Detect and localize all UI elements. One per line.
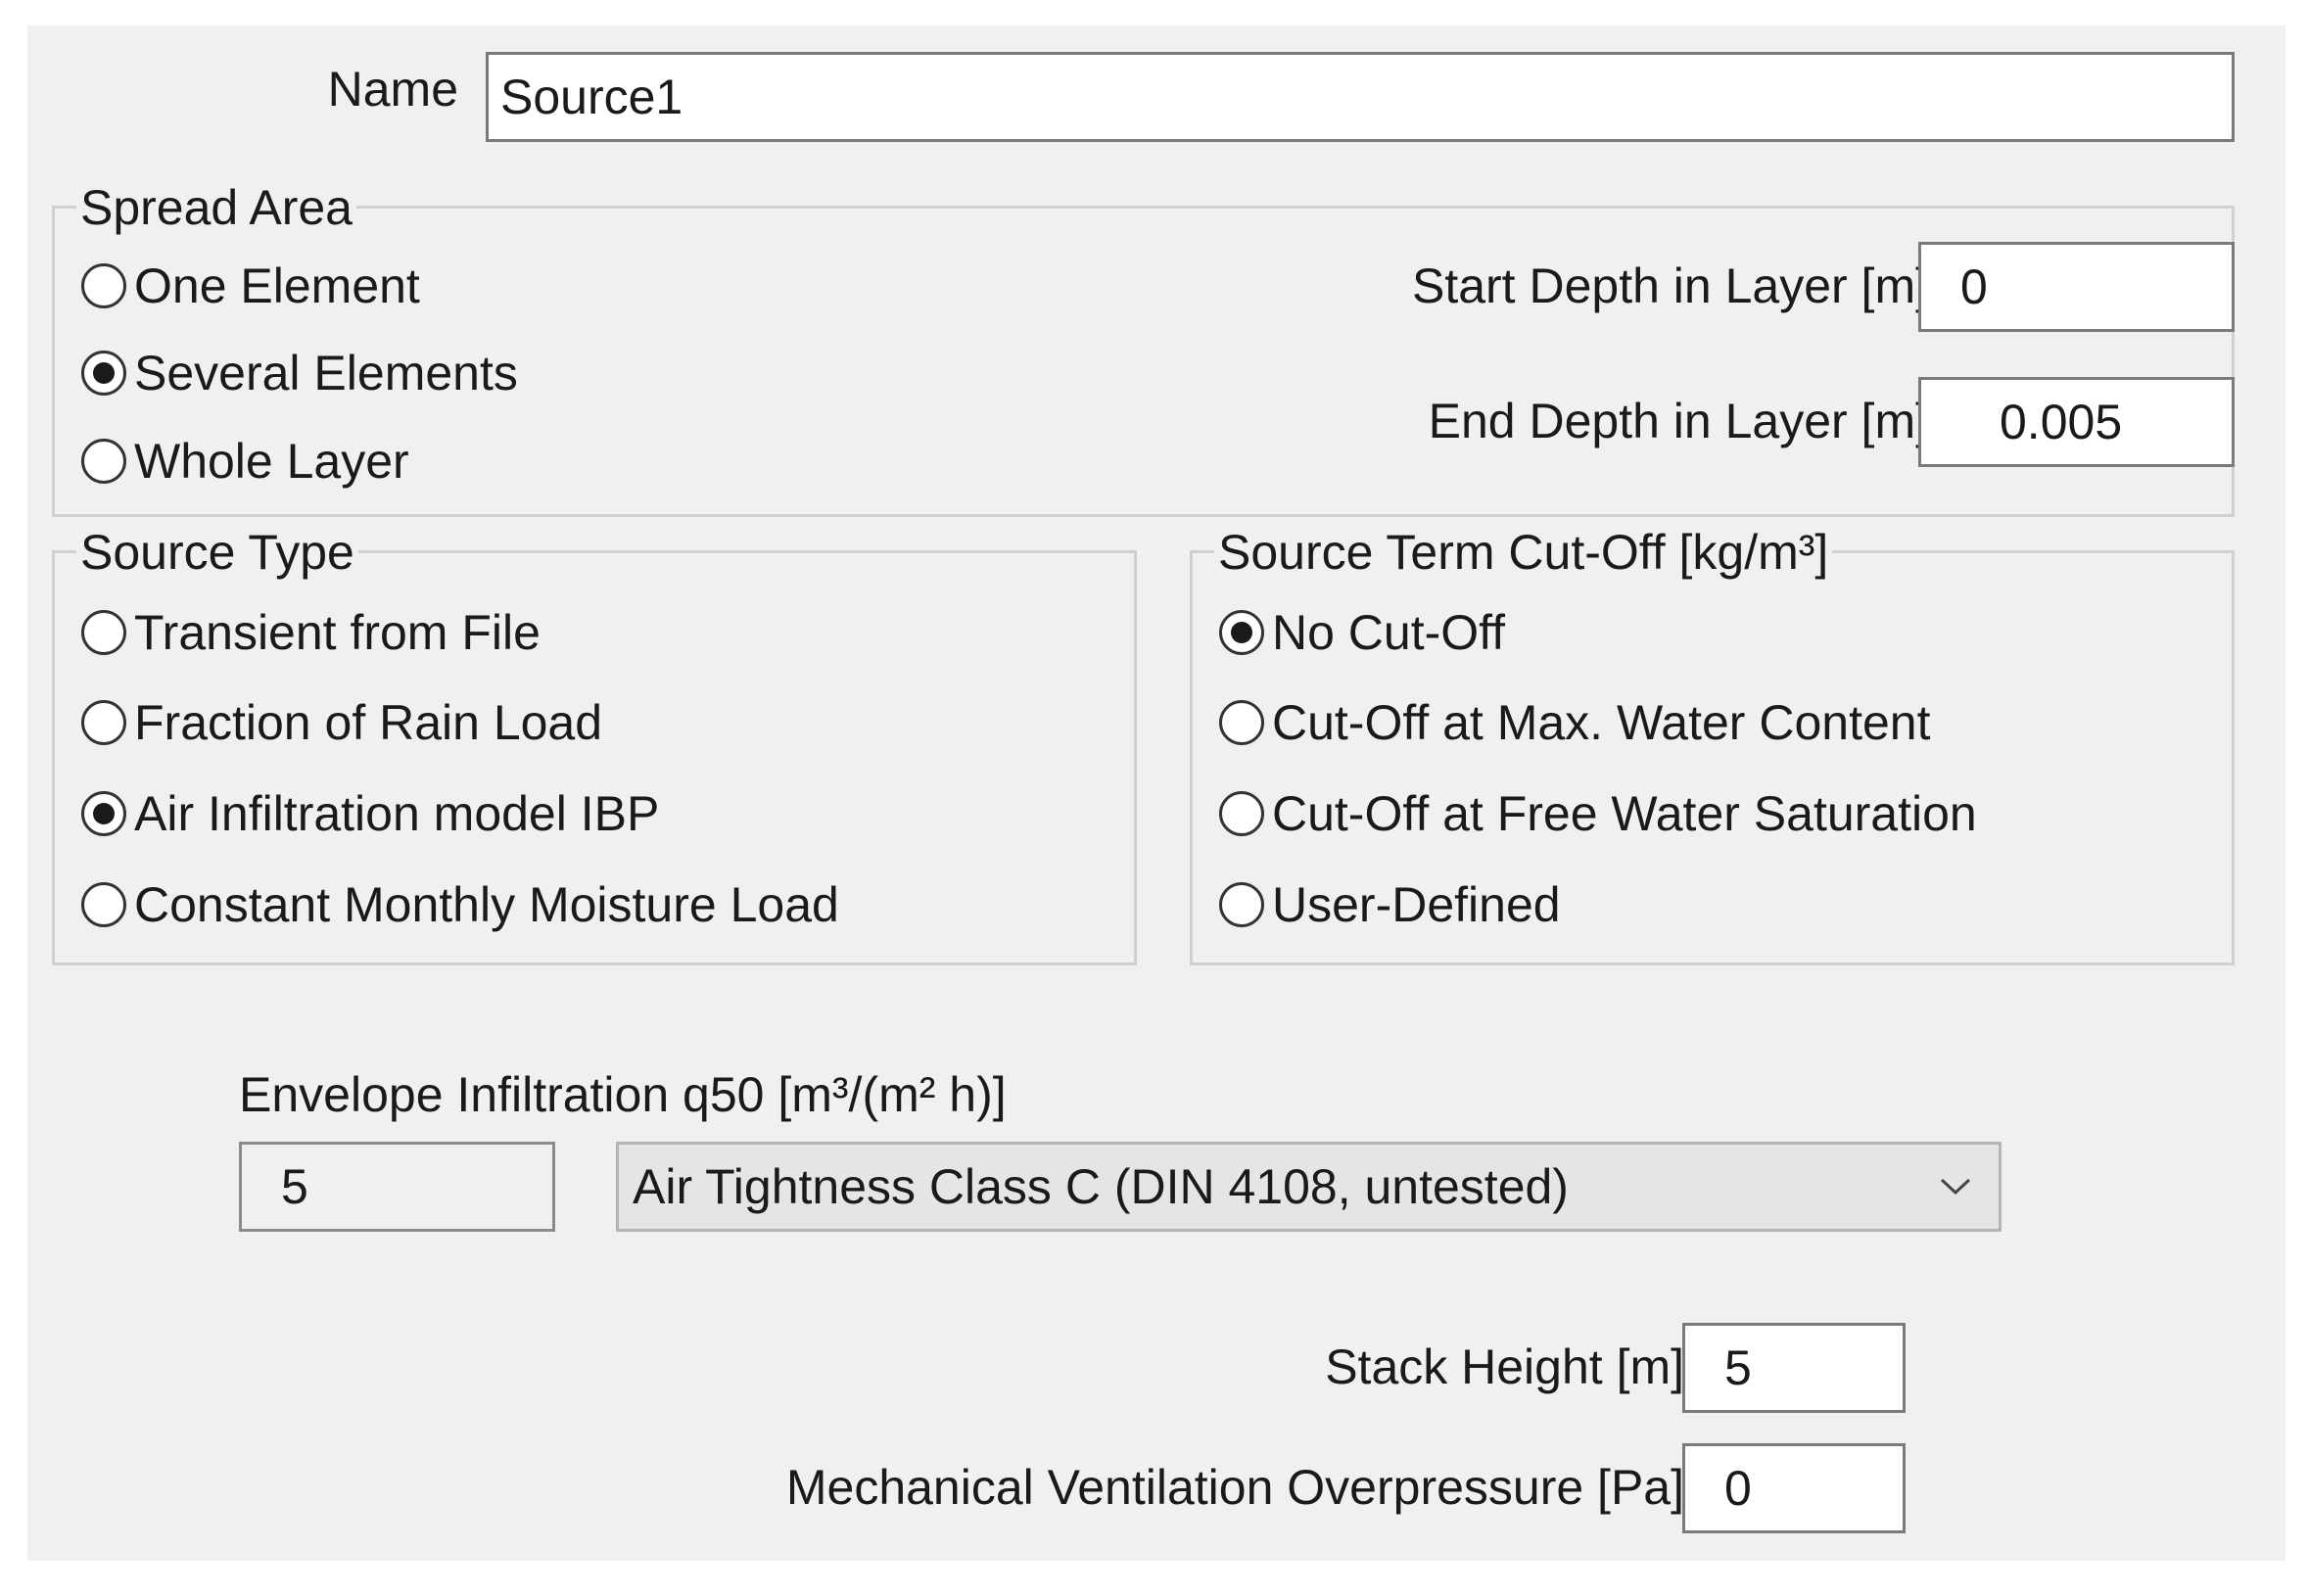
end-depth-input[interactable]: 0.005 <box>1918 377 2235 467</box>
overpressure-label: Mechanical Ventilation Overpressure [Pa] <box>785 1460 1684 1515</box>
radio-several-elements[interactable]: Several Elements <box>81 344 518 402</box>
start-depth-value: 0 <box>1960 259 1988 314</box>
radio-no-cut-off[interactable]: No Cut-Off <box>1219 603 1505 662</box>
envelope-infiltration-input[interactable]: 5 <box>239 1142 555 1232</box>
radio-circle <box>81 351 126 396</box>
radio-cut-off-max-water-content[interactable]: Cut-Off at Max. Water Content <box>1219 693 1930 752</box>
radio-label: Transient from File <box>134 605 541 660</box>
radio-label: Cut-Off at Max. Water Content <box>1272 695 1931 750</box>
radio-constant-monthly-moisture-load[interactable]: Constant Monthly Moisture Load <box>81 875 839 934</box>
radio-user-defined[interactable]: User-Defined <box>1219 875 1561 934</box>
radio-label: Air Infiltration model IBP <box>134 786 660 841</box>
radio-label: User-Defined <box>1272 877 1561 932</box>
radio-circle <box>81 882 126 927</box>
radio-label: Constant Monthly Moisture Load <box>134 877 839 932</box>
start-depth-input[interactable]: 0 <box>1918 242 2235 332</box>
radio-circle <box>1219 700 1264 745</box>
radio-circle <box>81 439 126 484</box>
radio-circle <box>1219 610 1264 655</box>
stack-height-input[interactable]: 5 <box>1682 1323 1906 1413</box>
radio-cut-off-free-water-saturation[interactable]: Cut-Off at Free Water Saturation <box>1219 784 1977 843</box>
cut-off-title: Source Term Cut-Off [kg/m³] <box>1214 525 1833 580</box>
air-tightness-class-select[interactable]: Air Tightness Class C (DIN 4108, unteste… <box>616 1142 2002 1232</box>
air-tightness-class-value: Air Tightness Class C (DIN 4108, unteste… <box>633 1159 1569 1214</box>
radio-air-infiltration-ibp[interactable]: Air Infiltration model IBP <box>81 784 659 843</box>
radio-fraction-of-rain-load[interactable]: Fraction of Rain Load <box>81 693 602 752</box>
envelope-infiltration-value: 5 <box>281 1159 308 1214</box>
radio-circle <box>1219 791 1264 836</box>
radio-circle <box>81 791 126 836</box>
radio-circle <box>1219 882 1264 927</box>
radio-label: No Cut-Off <box>1272 605 1506 660</box>
end-depth-value: 0.005 <box>2000 395 2123 449</box>
source-type-title: Source Type <box>76 525 358 580</box>
radio-label: Fraction of Rain Load <box>134 695 603 750</box>
chevron-down-icon <box>1926 1157 1985 1216</box>
radio-circle <box>81 610 126 655</box>
envelope-infiltration-label: Envelope Infiltration q50 [m³/(m² h)] <box>239 1067 1007 1122</box>
end-depth-label: End Depth in Layer [m] <box>1428 394 1929 448</box>
radio-whole-layer[interactable]: Whole Layer <box>81 432 409 491</box>
stack-height-label: Stack Height [m] <box>1325 1339 1684 1394</box>
radio-circle <box>81 700 126 745</box>
start-depth-label: Start Depth in Layer [m] <box>1411 258 1929 313</box>
radio-circle <box>81 263 126 308</box>
stack-height-value: 5 <box>1724 1340 1752 1395</box>
radio-label: One Element <box>134 258 420 313</box>
name-value: Source1 <box>500 70 683 124</box>
overpressure-value: 0 <box>1724 1461 1752 1516</box>
overpressure-input[interactable]: 0 <box>1682 1443 1906 1533</box>
source-dialog: Name Source1 Spread Area One Element Sev… <box>27 25 2285 1561</box>
name-label: Name <box>327 62 458 117</box>
name-field[interactable]: Source1 <box>486 52 2235 142</box>
radio-label: Cut-Off at Free Water Saturation <box>1272 786 1977 841</box>
radio-label: Several Elements <box>134 346 518 400</box>
radio-label: Whole Layer <box>134 434 409 489</box>
radio-transient-from-file[interactable]: Transient from File <box>81 603 541 662</box>
spread-area-title: Spread Area <box>76 180 356 235</box>
radio-one-element[interactable]: One Element <box>81 257 420 315</box>
